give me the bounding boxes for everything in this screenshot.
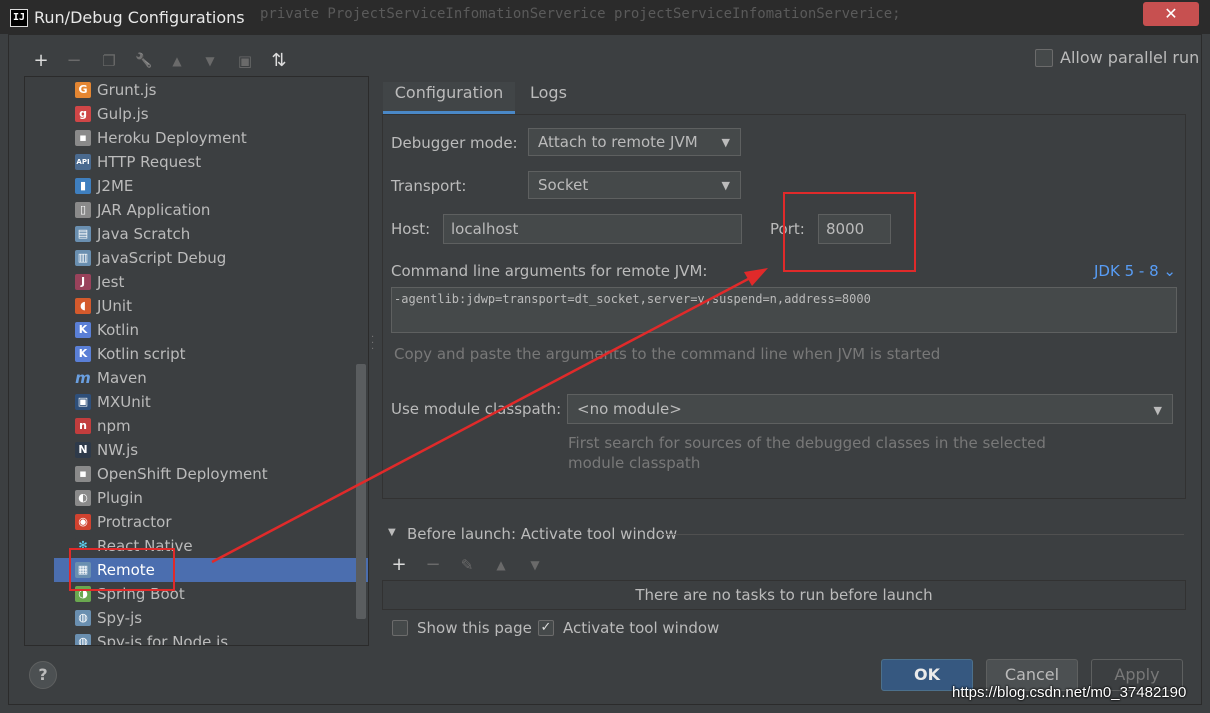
tree-item-label: Spy-js for Node.js: [97, 633, 229, 646]
tree-item-label: Kotlin script: [97, 345, 186, 363]
close-window-button[interactable]: ✕: [1143, 2, 1199, 26]
cmd-args-hint: Copy and paste the arguments to the comm…: [394, 345, 941, 363]
module-hint-line1: First search for sources of the debugged…: [568, 434, 1046, 452]
activate-tool-window-checkbox[interactable]: ✓: [538, 620, 554, 636]
before-launch-separator: [660, 534, 1184, 535]
tree-item-label: Gulp.js: [97, 105, 149, 123]
tree-item-label: HTTP Request: [97, 153, 202, 171]
tree-item-label: JavaScript Debug: [97, 249, 227, 267]
add-icon[interactable]: +: [30, 50, 52, 72]
tree-item-label: Grunt.js: [97, 81, 157, 99]
remove-task-icon[interactable]: −: [422, 554, 444, 576]
intellij-app-icon: IJ: [10, 9, 28, 27]
help-button[interactable]: ?: [29, 661, 57, 689]
kotlin-icon: K: [75, 322, 91, 338]
debugger-mode-label: Debugger mode:: [391, 134, 518, 152]
remove-icon[interactable]: −: [63, 50, 85, 72]
move-task-up-icon[interactable]: ▲: [490, 554, 512, 576]
module-hint-line2: module classpath: [568, 454, 701, 472]
allow-parallel-run-checkbox[interactable]: [1035, 49, 1053, 67]
protractor-icon: ◉: [75, 514, 91, 530]
module-classpath-label: Use module classpath:: [391, 400, 562, 418]
tree-scrollbar[interactable]: [356, 364, 366, 619]
j2me-icon: ▮: [75, 178, 91, 194]
tree-item-label: Maven: [97, 369, 147, 387]
move-up-icon[interactable]: ▲: [166, 50, 188, 72]
module-classpath-value: <no module>: [577, 400, 682, 418]
jdk-version-dropdown[interactable]: JDK 5 - 8 ⌄: [1094, 262, 1176, 280]
cmd-args-label: Command line arguments for remote JVM:: [391, 262, 708, 280]
splitter-handle[interactable]: · · ·: [371, 333, 375, 357]
tree-item-label: JUnit: [97, 297, 132, 315]
spy-js-icon: ◍: [75, 610, 91, 626]
move-task-down-icon[interactable]: ▼: [524, 554, 546, 576]
show-page-checkbox[interactable]: [392, 620, 408, 636]
host-input[interactable]: localhost: [443, 214, 742, 244]
tree-item-label: OpenShift Deployment: [97, 465, 268, 483]
sort-icon[interactable]: ⇅: [268, 50, 290, 72]
openshift-icon: ▪: [75, 466, 91, 482]
debugger-mode-select[interactable]: Attach to remote JVM ▼: [528, 128, 741, 156]
add-task-icon[interactable]: +: [388, 554, 410, 576]
chevron-down-icon: ▼: [1153, 404, 1162, 417]
mxunit-icon: ▣: [75, 394, 91, 410]
tree-item-label: Kotlin: [97, 321, 139, 339]
plugin-icon: ◐: [75, 490, 91, 506]
background-code-text: private ProjectServiceInfomationServeric…: [260, 6, 901, 22]
cmd-args-textarea[interactable]: -agentlib:jdwp=transport=dt_socket,serve…: [391, 287, 1177, 333]
grunt-icon: G: [75, 82, 91, 98]
expand-triangle-icon[interactable]: ▼: [388, 527, 396, 538]
annotation-box-remote: [69, 548, 175, 591]
transport-value: Socket: [538, 176, 589, 194]
show-page-label: Show this page: [417, 619, 532, 637]
heroku-icon: ▪: [75, 130, 91, 146]
tree-item-label: Spy-js: [97, 609, 143, 627]
chevron-down-icon: ▼: [721, 136, 730, 149]
before-launch-label[interactable]: Before launch: Activate tool window: [407, 525, 677, 543]
tree-item-label: Java Scratch: [97, 225, 191, 243]
annotation-box-port: [783, 192, 916, 272]
copy-icon[interactable]: ❐: [98, 50, 120, 72]
tree-item-label: Plugin: [97, 489, 143, 507]
debugger-mode-value: Attach to remote JVM: [538, 133, 698, 151]
tree-item-label: J2ME: [97, 177, 134, 195]
window-title: Run/Debug Configurations: [34, 8, 245, 27]
wrench-icon[interactable]: 🔧: [133, 50, 155, 72]
activate-tool-window-label: Activate tool window: [563, 619, 720, 637]
js-debug-icon: ▥: [75, 250, 91, 266]
npm-icon: n: [75, 418, 91, 434]
tab-configuration[interactable]: Configuration: [383, 82, 515, 114]
http-request-icon: API: [75, 154, 91, 170]
tree-item-label: JAR Application: [97, 201, 211, 219]
tree-item-label: Jest: [97, 273, 125, 291]
tab-logs[interactable]: Logs: [530, 82, 567, 114]
transport-select[interactable]: Socket ▼: [528, 171, 741, 199]
module-classpath-select[interactable]: <no module> ▼: [567, 394, 1173, 424]
tree-item-label: MXUnit: [97, 393, 151, 411]
folder-icon[interactable]: ▣: [234, 50, 256, 72]
nwjs-icon: N: [75, 442, 91, 458]
tree-item-label: NW.js: [97, 441, 139, 459]
tree-item-label: npm: [97, 417, 131, 435]
tree-item-label: Protractor: [97, 513, 172, 531]
junit-icon: ◖: [75, 298, 91, 314]
kotlin-script-icon: K: [75, 346, 91, 362]
spy-js-node-icon: ◍: [75, 634, 91, 645]
host-label: Host:: [391, 220, 431, 238]
move-down-icon[interactable]: ▼: [199, 50, 221, 72]
gulp-icon: g: [75, 106, 91, 122]
maven-icon: m: [75, 369, 91, 387]
edit-task-icon[interactable]: ✎: [456, 554, 478, 576]
chevron-down-icon: ▼: [721, 179, 730, 192]
jar-icon: ▯: [75, 202, 91, 218]
tree-item-label: Heroku Deployment: [97, 129, 247, 147]
allow-parallel-run-label: Allow parallel run: [1060, 48, 1200, 67]
jest-icon: J: [75, 274, 91, 290]
java-scratch-icon: ▤: [75, 226, 91, 242]
transport-label: Transport:: [391, 177, 467, 195]
watermark-text: https://blog.csdn.net/m0_37482190: [952, 684, 1187, 701]
tasks-list: There are no tasks to run before launch: [382, 580, 1186, 610]
